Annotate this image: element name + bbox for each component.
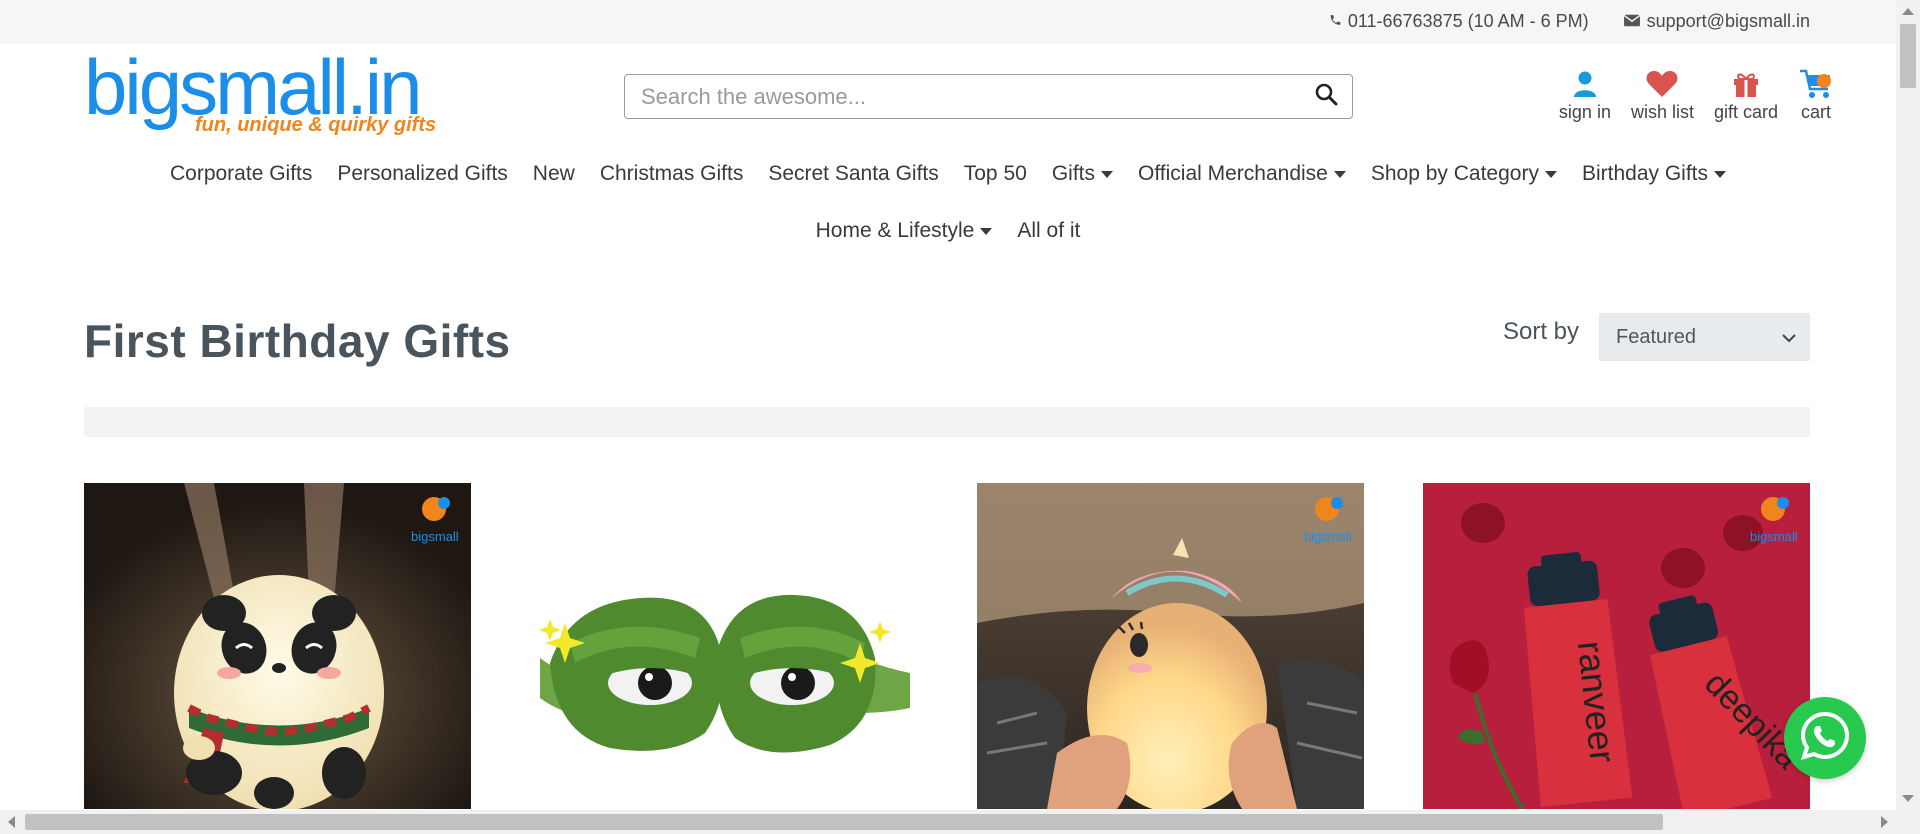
nav-label: Personalized Gifts: [337, 162, 508, 185]
product-image-panda-lamp: bigsmall: [84, 483, 471, 809]
gift-card-label: gift card: [1713, 102, 1778, 122]
vertical-scrollbar[interactable]: [1896, 0, 1920, 810]
nav-item-all-of-it[interactable]: All of it: [1017, 219, 1080, 243]
phone-number: 011-66763875 (10 AM - 6 PM): [1347, 11, 1589, 31]
logo-tagline: fun, unique & quirky gifts: [195, 114, 437, 136]
vertical-scroll-thumb[interactable]: [1900, 24, 1916, 88]
cart-label: cart: [1800, 102, 1831, 122]
svg-text:bigsmall: bigsmall: [1750, 529, 1798, 544]
svg-text:bigsmall: bigsmall: [1304, 529, 1352, 544]
header-actions: sign in wish list gift card cart: [1559, 66, 1834, 123]
wish-list-link[interactable]: wish list: [1631, 66, 1694, 123]
caret-down-icon: [1714, 170, 1727, 178]
nav-item-shop-by-category[interactable]: Shop by Category: [1371, 162, 1557, 186]
product-card-personalized-bottles[interactable]: ranveer deepika bigsmall: [1423, 483, 1810, 809]
product-image-frog-eye-mask: [530, 483, 917, 809]
nav-item-home-lifestyle[interactable]: Home & Lifestyle: [816, 219, 993, 243]
nav-item-gifts[interactable]: Gifts: [1052, 162, 1113, 186]
nav-label: New: [532, 162, 575, 185]
caret-down-icon: [980, 227, 993, 235]
search-input[interactable]: [625, 75, 1300, 118]
nav-label: Gifts: [1051, 162, 1095, 185]
nav-label: Corporate Gifts: [169, 162, 313, 185]
whatsapp-icon: [1799, 710, 1851, 767]
scroll-down-icon[interactable]: [1902, 795, 1914, 802]
nav-label: Home & Lifestyle: [815, 219, 975, 242]
nav-label: Official Merchandise: [1137, 162, 1328, 185]
horizontal-scroll-thumb[interactable]: [25, 814, 1663, 830]
main-nav-row-1: Corporate Gifts Personalized Gifts New C…: [0, 162, 1896, 186]
cart-icon: [1798, 66, 1834, 102]
nav-item-christmas-gifts[interactable]: Christmas Gifts: [600, 162, 744, 186]
chevron-down-icon: [1782, 326, 1796, 349]
heart-icon: [1646, 66, 1678, 102]
filter-strip: [84, 407, 1810, 437]
svg-text:bigsmall: bigsmall: [411, 529, 459, 544]
search-bar: [624, 74, 1353, 119]
sort-label: Sort by: [1503, 318, 1580, 345]
nav-label: Secret Santa Gifts: [768, 162, 939, 185]
product-card-unicorn-lamp[interactable]: bigsmall: [977, 483, 1364, 809]
nav-label: Shop by Category: [1370, 162, 1539, 185]
nav-item-official-merchandise[interactable]: Official Merchandise: [1138, 162, 1346, 186]
scroll-up-icon[interactable]: [1902, 8, 1914, 15]
caret-down-icon: [1544, 170, 1557, 178]
email-contact[interactable]: support@bigsmall.in: [1623, 11, 1810, 32]
nav-item-secret-santa-gifts[interactable]: Secret Santa Gifts: [768, 162, 938, 186]
product-image-unicorn-lamp: bigsmall: [977, 483, 1364, 809]
nav-label: All of it: [1017, 219, 1081, 242]
nav-item-top-50[interactable]: Top 50: [964, 162, 1027, 186]
phone-contact[interactable]: 011-66763875 (10 AM - 6 PM): [1329, 11, 1589, 32]
horizontal-scrollbar[interactable]: [0, 810, 1920, 834]
nav-label: Christmas Gifts: [599, 162, 744, 185]
product-card-panda-lamp[interactable]: bigsmall: [84, 483, 471, 809]
nav-item-personalized-gifts[interactable]: Personalized Gifts: [337, 162, 507, 186]
contact-info: 011-66763875 (10 AM - 6 PM) support@bigs…: [1329, 11, 1810, 32]
whatsapp-chat-button[interactable]: [1784, 697, 1866, 779]
search-button[interactable]: [1300, 75, 1352, 118]
mail-icon: [1623, 11, 1641, 32]
sign-in-link[interactable]: sign in: [1559, 66, 1611, 123]
nav-item-birthday-gifts[interactable]: Birthday Gifts: [1581, 162, 1727, 186]
product-image-personalized-bottles: ranveer deepika bigsmall: [1423, 483, 1810, 809]
caret-down-icon: [1333, 170, 1346, 178]
sort-selected-value: Featured: [1616, 325, 1697, 348]
search-icon: [1314, 82, 1338, 111]
wish-list-label: wish list: [1630, 102, 1694, 122]
email-address: support@bigsmall.in: [1646, 11, 1810, 31]
sort-select[interactable]: Featured: [1599, 313, 1810, 361]
gift-icon: [1732, 66, 1760, 102]
main-nav-row-2: Home & Lifestyle All of it: [0, 219, 1896, 243]
gift-card-link[interactable]: gift card: [1714, 66, 1778, 123]
sign-in-label: sign in: [1558, 102, 1611, 122]
page-title: First Birthday Gifts: [84, 315, 511, 367]
scroll-left-icon[interactable]: [8, 816, 15, 828]
phone-icon: [1329, 11, 1342, 32]
site-logo[interactable]: bigsmall.in fun, unique & quirky gifts: [84, 48, 444, 143]
caret-down-icon: [1100, 170, 1113, 178]
scroll-right-icon[interactable]: [1881, 816, 1888, 828]
cart-link[interactable]: cart: [1798, 66, 1834, 123]
user-icon: [1573, 66, 1597, 102]
page: 011-66763875 (10 AM - 6 PM) support@bigs…: [0, 0, 1920, 834]
nav-label: Birthday Gifts: [1581, 162, 1709, 185]
top-contact-bar: 011-66763875 (10 AM - 6 PM) support@bigs…: [0, 0, 1896, 44]
nav-item-corporate-gifts[interactable]: Corporate Gifts: [170, 162, 312, 186]
nav-label: Top 50: [963, 162, 1027, 185]
product-card-frog-eye-mask[interactable]: [530, 483, 917, 809]
nav-item-new[interactable]: New: [533, 162, 575, 186]
